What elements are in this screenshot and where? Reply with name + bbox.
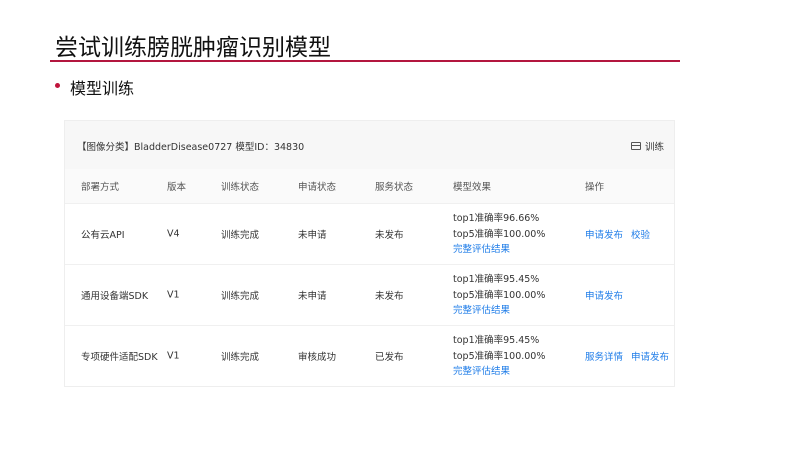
- train-button[interactable]: 训练: [630, 139, 664, 153]
- eval-link[interactable]: 完整评估结果: [453, 244, 510, 255]
- train-status: 训练完成: [221, 352, 260, 363]
- train-icon: [630, 142, 641, 150]
- col-header: 服务状态: [375, 182, 414, 193]
- actions: 服务详情 申请发布: [585, 349, 677, 363]
- actions: 申请发布 校验: [585, 227, 658, 241]
- table-header: 部署方式 版本 训练状态 申请状态 服务状态 模型效果 操作: [65, 169, 674, 204]
- apply-publish-link[interactable]: 申请发布: [585, 291, 623, 302]
- service-status: 已发布: [375, 352, 404, 363]
- panel-header: 【图像分类】BladderDisease0727 模型ID：34830 训练: [65, 121, 674, 169]
- model-effect: top1准确率95.45% top5准确率100.00% 完整评估结果: [453, 272, 545, 319]
- model-effect: top1准确率95.45% top5准确率100.00% 完整评估结果: [453, 333, 545, 380]
- table-row: 通用设备端SDK V1 训练完成 未申请 未发布 top1准确率95.45% to…: [65, 265, 674, 326]
- service-status: 未发布: [375, 291, 404, 302]
- service-detail-link[interactable]: 服务详情: [585, 352, 623, 363]
- top5: top5准确率100.00%: [453, 289, 546, 301]
- train-status: 训练完成: [221, 291, 260, 302]
- actions: 申请发布: [585, 288, 631, 302]
- model-panel: 【图像分类】BladderDisease0727 模型ID：34830 训练 部…: [64, 120, 675, 387]
- apply-publish-link[interactable]: 申请发布: [631, 352, 669, 363]
- eval-link[interactable]: 完整评估结果: [453, 366, 510, 377]
- col-header: 版本: [167, 182, 187, 193]
- apply-status: 审核成功: [298, 352, 337, 363]
- validate-link[interactable]: 校验: [631, 230, 650, 241]
- col-header: 模型效果: [453, 182, 492, 193]
- train-status: 训练完成: [221, 230, 260, 241]
- top5: top5准确率100.00%: [453, 350, 546, 362]
- col-header: 申请状态: [298, 182, 337, 193]
- deploy-method: 通用设备端SDK: [81, 291, 149, 302]
- top1: top1准确率95.45%: [453, 334, 540, 346]
- col-header: 部署方式: [81, 182, 120, 193]
- table-row: 专项硬件适配SDK V1 训练完成 审核成功 已发布 top1准确率95.45%…: [65, 326, 674, 386]
- apply-status: 未申请: [298, 230, 327, 241]
- bullet-dot: [55, 83, 60, 88]
- col-header: 操作: [585, 182, 605, 193]
- apply-status: 未申请: [298, 291, 327, 302]
- version: V1: [167, 289, 180, 301]
- table-row: 公有云API V4 训练完成 未申请 未发布 top1准确率96.66% top5…: [65, 204, 674, 265]
- apply-publish-link[interactable]: 申请发布: [585, 230, 623, 241]
- deploy-method: 专项硬件适配SDK: [81, 352, 158, 363]
- deploy-method: 公有云API: [81, 230, 125, 241]
- model-effect: top1准确率96.66% top5准确率100.00% 完整评估结果: [453, 211, 545, 258]
- train-label: 训练: [644, 142, 664, 153]
- top5: top5准确率100.00%: [453, 228, 546, 240]
- title-divider: [50, 60, 680, 62]
- version: V1: [167, 350, 180, 362]
- eval-link[interactable]: 完整评估结果: [453, 305, 510, 316]
- slide-subtitle: 模型训练: [70, 79, 135, 98]
- top1: top1准确率96.66%: [453, 212, 540, 224]
- top1: top1准确率95.45%: [453, 273, 540, 285]
- slide-title: 尝试训练膀胱肿瘤识别模型: [55, 35, 331, 61]
- col-header: 训练状态: [221, 182, 260, 193]
- model-info: 【图像分类】BladderDisease0727 模型ID：34830: [77, 142, 305, 153]
- service-status: 未发布: [375, 230, 404, 241]
- version: V4: [167, 228, 180, 240]
